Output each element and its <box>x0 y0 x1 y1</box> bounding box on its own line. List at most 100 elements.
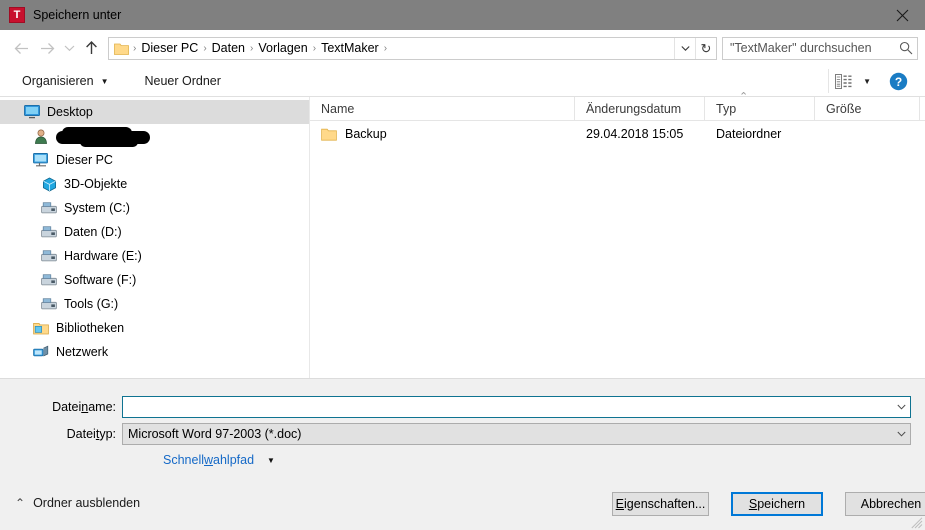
sidebar-item-dieser-pc[interactable]: Dieser PC <box>0 148 309 172</box>
arrow-right-icon <box>40 42 54 54</box>
sidebar-item-desktop[interactable]: Desktop <box>0 100 309 124</box>
hide-folders-label: Ordner ausblenden <box>33 496 141 510</box>
sidebar-item-label: Tools (G:) <box>64 297 119 311</box>
filetype-selected-value: Microsoft Word 97-2003 (*.doc) <box>128 427 302 441</box>
organize-label: Organisieren <box>22 74 94 88</box>
forward-button[interactable] <box>34 35 60 61</box>
sidebar-item-bibliotheken[interactable]: Bibliotheken <box>0 316 309 340</box>
dialog-buttons: Eigenschaften... Speichern Abbrechen <box>612 492 925 516</box>
sidebar-item-label: Software (F:) <box>64 273 137 287</box>
filename-label-pre: Datei <box>52 400 82 414</box>
close-button[interactable] <box>879 0 925 30</box>
sidebar-item-daten-d[interactable]: Daten (D:) <box>0 220 309 244</box>
libraries-icon <box>33 320 49 336</box>
file-name-label: Backup <box>345 126 387 141</box>
breadcrumb-item-vorlagen[interactable]: Vorlagen <box>254 38 311 59</box>
chevron-down-icon: ▼ <box>267 455 275 465</box>
filetype-label: Dateityp: <box>0 427 122 441</box>
sidebar-item-user[interactable] <box>0 124 309 148</box>
breadcrumb-item-daten[interactable]: Daten <box>208 38 249 59</box>
column-header-size[interactable]: Größe <box>815 97 920 120</box>
breadcrumb-item-dieser-pc[interactable]: Dieser PC <box>137 38 202 59</box>
filetype-dropdown-button[interactable] <box>893 424 910 444</box>
column-header-date-label: Änderungsdatum <box>586 101 682 116</box>
chevron-down-icon: ▼ <box>100 76 109 86</box>
file-list-pane: Name Änderungsdatum ⌃ Typ Größe Backup 2… <box>310 92 925 378</box>
column-header-size-label: Größe <box>826 101 862 116</box>
view-layout-icon <box>835 73 853 89</box>
back-button[interactable] <box>8 35 34 61</box>
filetype-combobox[interactable]: Microsoft Word 97-2003 (*.doc) <box>122 423 911 445</box>
breadcrumb-item-textmaker[interactable]: TextMaker <box>317 38 383 59</box>
filename-dropdown-button[interactable] <box>893 397 910 417</box>
organize-button[interactable]: Organisieren ▼ <box>14 69 117 93</box>
file-name-cell: Backup <box>310 127 575 141</box>
save-button[interactable]: Speichern <box>731 492 823 516</box>
textmaker-icon: T <box>9 7 25 23</box>
view-options-button[interactable]: ▼ <box>828 69 877 93</box>
quickpath-label-accelerator: w <box>204 453 214 467</box>
chevron-down-icon: ▼ <box>863 76 871 86</box>
sidebar-item-3d-objekte[interactable]: 3D-Objekte <box>0 172 309 196</box>
filename-combobox[interactable] <box>122 396 911 418</box>
chevron-up-icon: ⌃ <box>15 496 26 510</box>
breadcrumb: › Dieser PC › Daten › Vorlagen › TextMak… <box>132 38 388 59</box>
sidebar-item-system-c[interactable]: System (C:) <box>0 196 309 220</box>
chevron-down-icon <box>680 45 690 51</box>
search-icon <box>895 41 917 55</box>
sidebar-item-label: Bibliotheken <box>56 321 125 335</box>
breadcrumb-dropdown-button[interactable] <box>674 37 695 59</box>
sidebar-item-netzwerk[interactable]: Netzwerk <box>0 340 309 364</box>
3d-objects-icon <box>41 176 57 192</box>
properties-button[interactable]: Eigenschaften... <box>612 492 709 516</box>
column-header-type[interactable]: ⌃ Typ <box>705 92 815 120</box>
quickpath-label-pre: Schnell <box>163 453 204 467</box>
sidebar-item-tools-g[interactable]: Tools (G:) <box>0 292 309 316</box>
search-input[interactable] <box>723 38 895 58</box>
sidebar-item-label: Netzwerk <box>56 345 109 359</box>
help-icon: ? <box>889 72 907 90</box>
chevron-down-icon <box>64 45 74 52</box>
drive-icon <box>41 224 57 240</box>
refresh-button[interactable]: ↻ <box>695 37 716 59</box>
filetype-label-post: yp: <box>99 427 116 441</box>
properties-button-accelerator: E <box>615 497 625 511</box>
sidebar-item-hardware-e[interactable]: Hardware (E:) <box>0 244 309 268</box>
recent-locations-button[interactable] <box>60 35 78 61</box>
file-type-cell: Dateiordner <box>716 126 782 141</box>
sidebar-item-label: Desktop <box>47 105 93 119</box>
file-date-cell: 29.04.2018 15:05 <box>586 126 684 141</box>
navigation-pane: Desktop Dieser PC 3D-Objekte System (C:)… <box>0 97 310 378</box>
sidebar-item-label-redacted <box>56 126 150 147</box>
window-title: Speichern unter <box>33 8 122 22</box>
network-icon <box>33 344 49 360</box>
column-header-date[interactable]: Änderungsdatum <box>575 97 705 120</box>
svg-text:?: ? <box>894 75 901 89</box>
filename-input[interactable] <box>123 397 893 417</box>
drive-icon <box>41 296 57 312</box>
chevron-down-icon <box>897 404 906 410</box>
cancel-button[interactable]: Abbrechen <box>845 492 925 516</box>
table-row[interactable]: Backup 29.04.2018 15:05 Dateiordner <box>310 121 925 146</box>
arrow-left-icon <box>14 42 28 54</box>
column-header-type-label: Typ <box>716 101 737 116</box>
file-rows: Backup 29.04.2018 15:05 Dateiordner <box>310 121 925 378</box>
filename-label-post: ame: <box>88 400 116 414</box>
quickpath-button[interactable]: Schnellwahlpfad ▼ <box>163 453 275 467</box>
new-folder-button[interactable]: Neuer Ordner <box>137 69 229 93</box>
up-button[interactable] <box>78 35 104 61</box>
hide-folders-button[interactable]: ⌃ Ordner ausblenden <box>15 496 140 510</box>
sidebar-item-label: 3D-Objekte <box>64 177 128 191</box>
breadcrumb-bar[interactable]: › Dieser PC › Daten › Vorlagen › TextMak… <box>108 36 717 60</box>
search-box[interactable] <box>722 36 918 60</box>
column-header-name[interactable]: Name <box>310 97 575 120</box>
sidebar-item-software-f[interactable]: Software (F:) <box>0 268 309 292</box>
help-button[interactable]: ? <box>881 69 915 93</box>
resize-grip[interactable] <box>911 517 923 529</box>
quickpath-label: Schnellwahlpfad <box>163 453 254 467</box>
filetype-row: Dateityp: Microsoft Word 97-2003 (*.doc) <box>0 423 925 445</box>
save-button-label: peichern <box>757 497 806 511</box>
breadcrumb-separator: › <box>383 42 388 54</box>
folder-icon <box>114 43 129 55</box>
chevron-down-icon <box>897 431 906 437</box>
